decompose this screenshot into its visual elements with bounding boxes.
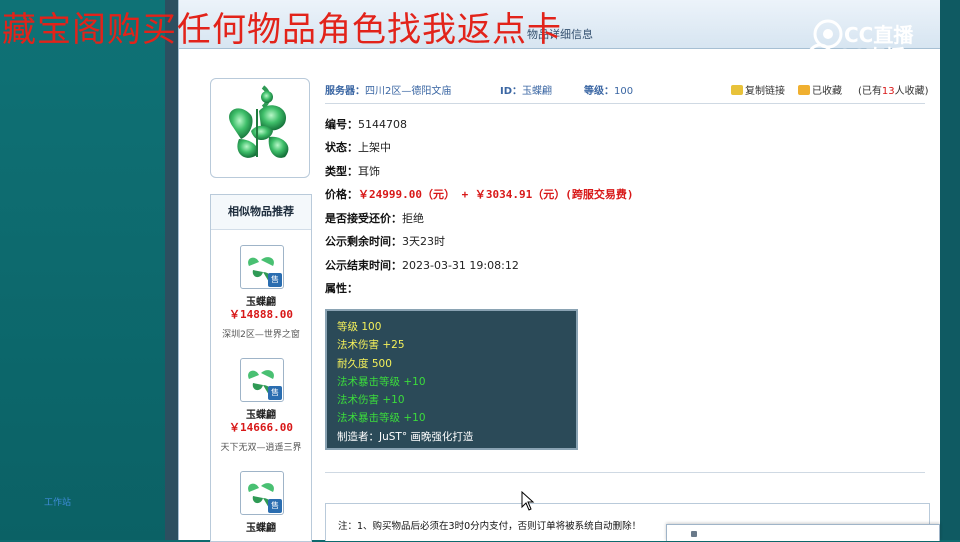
id-value: 玉蝶翩 [522,86,553,97]
cc-live-logo-icon: CC直播 CC直播 [807,19,914,69]
status-label: 状态： [325,141,358,154]
number-value: 5144708 [358,118,407,131]
similar-item-price: ￥14888.00 [229,308,293,321]
attribute-line: 法术伤害 +25 [337,339,405,352]
fav-count-suffix: 人收藏) [894,86,929,97]
attribute-line: 法术暴击等级 +10 [337,375,426,388]
sale-tag: 售 [268,386,282,400]
attribute-line: 等级 100 [337,321,382,333]
similar-items-title: 相似物品推荐 [211,195,311,230]
cc-live-logo: CC直播 CC直播 [806,12,956,72]
end-time-row: 公示结束时间：2023-03-31 19:08:12 [325,257,519,273]
attribute-line: 制造者：JuST° 画晚强化打造 [337,430,474,443]
copy-link-icon [731,85,743,95]
price-label: 价格： [325,188,358,201]
favorite-folder-icon [798,85,810,95]
purchase-note-text: 注：1、购买物品后必须在3时0分内支付，否则订单将被系统自动删除！ [338,521,642,532]
info-divider [325,103,925,104]
sale-tag: 售 [268,499,282,513]
attribute-line: 法术暴击等级 +10 [337,412,426,425]
favorite-count: (已有13人收藏) [858,82,929,97]
attributes-row: 属性： [325,280,358,296]
server-label: 服务器： [325,86,365,97]
logo-text-2: CC直播 [836,45,906,69]
bargain-value: 拒绝 [402,212,424,225]
attributes-label: 属性： [325,282,358,295]
id-info: ID：玉蝶翩 [500,82,552,97]
fav-count-number: 13 [881,86,895,97]
server-info: 服务器：四川2区—德阳文庙 [325,82,451,97]
popup-icon [691,531,697,537]
similar-item-price: ￥14666.00 [229,421,293,434]
notification-popup[interactable] [666,524,940,541]
type-value: 耳饰 [358,165,380,178]
similar-item-thumb[interactable]: 售 [240,471,284,515]
item-image [210,78,310,178]
level-info: 等级：100 [584,82,633,97]
jade-earring-icon [229,85,289,158]
page-gutter [165,0,178,540]
remain-time-value: 3天23时 [402,235,445,248]
favorite-button[interactable]: 已收藏 [798,82,842,97]
type-row: 类型：耳饰 [325,163,380,179]
logo-text-1: CC直播 [844,23,914,47]
type-label: 类型： [325,165,358,178]
level-label: 等级： [584,86,614,97]
right-desktop-strip [940,0,960,540]
similar-item-server: 天下无双—逍遥三界 [220,443,302,453]
remain-time-label: 公示剩余时间： [325,235,402,248]
copy-link-label: 复制链接 [745,86,785,97]
copy-link-button[interactable]: 复制链接 [731,82,785,97]
end-time-value: 2023-03-31 19:08:12 [402,259,519,272]
id-label: ID： [500,86,523,97]
fav-count-prefix: (已有 [858,86,882,97]
number-row: 编号：5144708 [325,116,407,132]
bargain-label: 是否接受还价： [325,212,402,225]
remain-time-row: 公示剩余时间：3天23时 [325,233,445,249]
server-value: 四川2区—德阳文庙 [365,86,452,97]
bargain-row: 是否接受还价：拒绝 [325,210,424,226]
attributes-box: 等级 100 法术伤害 +25 耐久度 500 法术暴击等级 +10 法术伤害 … [325,309,578,450]
desktop-left-area: 工作站 [0,0,165,540]
attribute-line: 耐久度 500 [337,357,392,370]
attribute-line: 法术伤害 +10 [337,394,405,407]
price-value: ￥24999.00（元） + ￥3034.91（元）(跨服交易费) [358,188,634,201]
similar-item-thumb[interactable]: 售 [240,245,284,289]
bottom-divider [325,472,925,473]
similar-item-name[interactable]: 玉蝶翩 [211,519,311,534]
price-row: 价格：￥24999.00（元） + ￥3034.91（元）(跨服交易费) [325,186,633,202]
mouse-cursor-icon [521,491,535,511]
status-row: 状态：上架中 [325,139,391,155]
similar-item-thumb[interactable]: 售 [240,358,284,402]
level-value: 100 [614,86,634,97]
end-time-label: 公示结束时间： [325,259,402,272]
number-label: 编号： [325,118,358,131]
favorite-label: 已收藏 [812,86,842,97]
status-value: 上架中 [358,141,391,154]
stream-overlay-banner: 藏宝阁购买任何物品角色找我返点卡 [2,10,562,50]
sale-tag: 售 [268,273,282,287]
similar-items-box: 相似物品推荐 售 玉蝶翩 ￥14888.00 深圳2区—世界之窗 售 玉蝶翩 ￥… [210,194,312,542]
desktop-label[interactable]: 工作站 [44,495,71,508]
similar-item-server: 深圳2区—世界之窗 [222,330,300,340]
